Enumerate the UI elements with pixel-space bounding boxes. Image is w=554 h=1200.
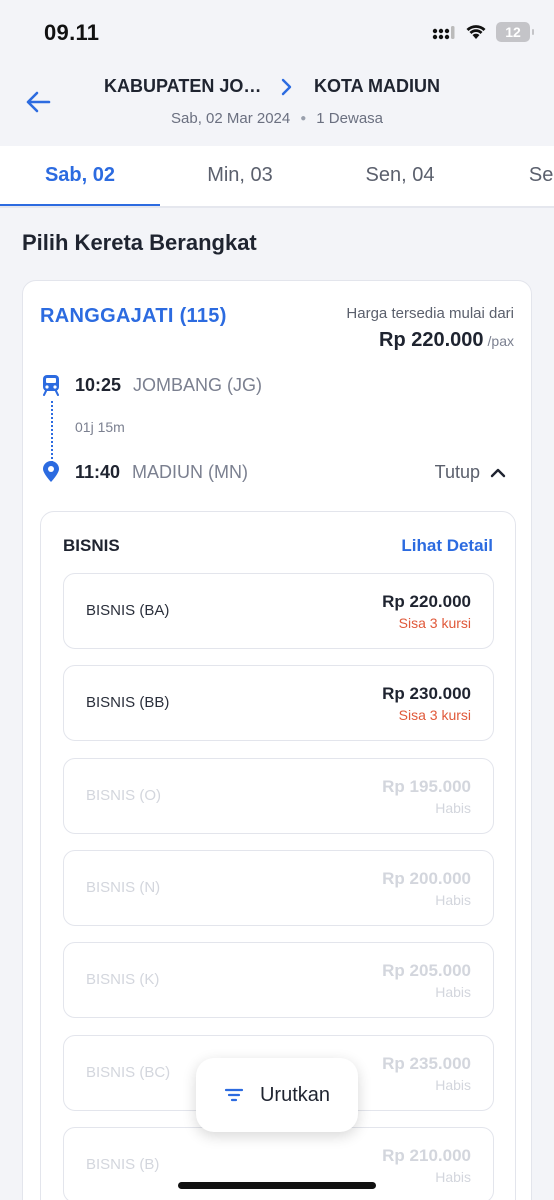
price-note: Harga tersedia mulai dari — [346, 305, 514, 322]
seat-option-sold-out: BISNIS (O) Rp 195.000 Habis — [63, 758, 494, 834]
seat-option-sold-out: BISNIS (K) Rp 205.000 Habis — [63, 942, 494, 1018]
trip-duration: 01j 15m — [75, 419, 125, 435]
battery-icon: 12 — [496, 22, 534, 42]
seat-price: Rp 220.000 — [382, 592, 471, 611]
seat-availability: Habis — [435, 800, 471, 816]
collapse-toggle[interactable]: Tutup — [435, 462, 506, 483]
origin-label: KABUPATEN JOMBANG — [104, 76, 272, 96]
arrival-row: 11:40 MADIUN (MN) — [40, 461, 248, 483]
seat-class-name: BISNIS (BB) — [86, 694, 170, 711]
departure-time: 10:25 — [75, 374, 122, 395]
sort-icon — [224, 1088, 244, 1102]
route-title: KABUPATEN JOMBANG KOTA MADIUN — [104, 76, 440, 97]
route-subtitle: Sab, 02 Mar 2024 ● 1 Dewasa — [0, 110, 554, 127]
seat-availability: Sisa 3 kursi — [398, 707, 471, 723]
seat-availability: Habis — [435, 984, 471, 1000]
tab-sab-02[interactable]: Sab, 02 — [0, 146, 160, 206]
class-title: BISNIS — [63, 536, 120, 555]
train-icon — [40, 374, 62, 396]
seat-class-name: BISNIS (N) — [86, 879, 161, 896]
chevron-up-icon — [490, 468, 506, 477]
status-icons: 12 — [432, 22, 534, 42]
destination-label: KOTA MADIUN — [314, 76, 440, 96]
seat-availability: Habis — [435, 1077, 471, 1093]
route-line — [51, 401, 53, 467]
section-title: Pilih Kereta Berangkat — [22, 230, 257, 255]
wifi-icon — [466, 25, 486, 39]
cellular-signal-icon — [432, 26, 455, 40]
seat-price: Rp 235.000 — [382, 1054, 471, 1073]
tab-sen-04[interactable]: Sen, 04 — [320, 146, 480, 206]
home-indicator[interactable] — [178, 1182, 376, 1189]
seat-price: Rp 230.000 — [382, 684, 471, 703]
chevron-right-icon — [280, 78, 292, 96]
passenger-count: 1 Dewasa — [316, 110, 383, 127]
seat-price: Rp 195.000 — [382, 777, 471, 796]
starting-price: Rp 220.000/pax — [379, 329, 514, 352]
status-bar: 09.11 12 — [0, 0, 554, 64]
sort-button[interactable]: Urutkan — [196, 1058, 358, 1132]
seat-option-sold-out: BISNIS (B) Rp 210.000 Habis — [63, 1127, 494, 1200]
seat-availability: Habis — [435, 892, 471, 908]
departure-row: 10:25 JOMBANG (JG) — [40, 374, 262, 396]
location-pin-icon — [40, 461, 62, 483]
travel-date: Sab, 02 Mar 2024 — [171, 110, 291, 127]
seat-class-name: BISNIS (BC) — [86, 1064, 171, 1081]
date-tabs: Sab, 02 Min, 03 Sen, 04 Sel, 05 — [0, 146, 554, 208]
seat-class-name: BISNIS (O) — [86, 787, 162, 804]
header: KABUPATEN JOMBANG KOTA MADIUN Sab, 02 Ma… — [0, 64, 554, 146]
seat-option[interactable]: BISNIS (BB) Rp 230.000 Sisa 3 kursi — [63, 665, 494, 741]
status-time: 09.11 — [44, 20, 100, 45]
seat-price: Rp 205.000 — [382, 961, 471, 980]
separator-dot: ● — [300, 113, 307, 124]
seat-option[interactable]: BISNIS (BA) Rp 220.000 Sisa 3 kursi — [63, 573, 494, 649]
arrival-station: MADIUN (MN) — [132, 461, 249, 482]
tab-sel-05[interactable]: Sel, 05 — [480, 146, 554, 206]
seat-availability: Habis — [435, 1169, 471, 1185]
seat-class-name: BISNIS (BA) — [86, 602, 170, 619]
price-unit: /pax — [487, 333, 514, 349]
train-name: RANGGAJATI (115) — [40, 305, 227, 327]
seat-class-name: BISNIS (K) — [86, 971, 160, 988]
seat-availability: Sisa 3 kursi — [398, 615, 471, 631]
tab-min-03[interactable]: Min, 03 — [160, 146, 320, 206]
sort-label: Urutkan — [259, 1083, 331, 1106]
seat-class-name: BISNIS (B) — [86, 1156, 160, 1173]
arrival-time: 11:40 — [75, 461, 121, 482]
collapse-label: Tutup — [434, 462, 480, 482]
seat-price: Rp 210.000 — [382, 1146, 471, 1165]
seat-option-sold-out: BISNIS (N) Rp 200.000 Habis — [63, 850, 494, 926]
seat-price: Rp 200.000 — [382, 869, 471, 888]
departure-station: JOMBANG (JG) — [133, 374, 263, 395]
price-value: Rp 220.000 — [379, 329, 484, 351]
view-detail-link[interactable]: Lihat Detail — [401, 536, 493, 556]
